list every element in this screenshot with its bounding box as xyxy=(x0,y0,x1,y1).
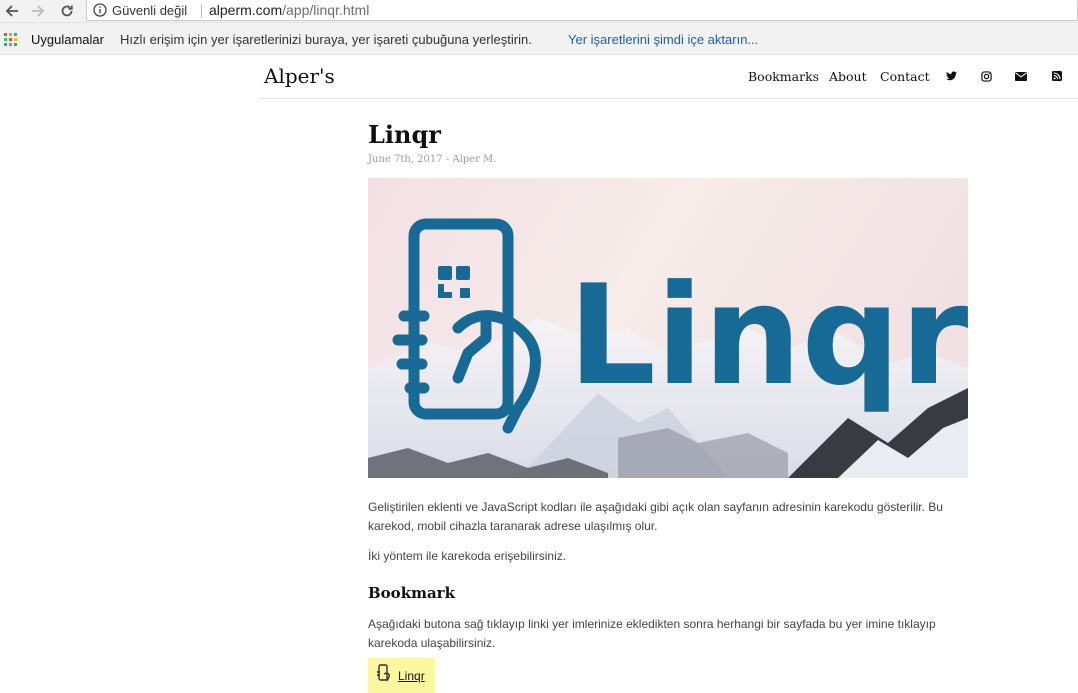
import-bookmarks-link[interactable]: Yer işaretlerini şimdi içe aktarın... xyxy=(568,32,758,47)
phone-hand-icon xyxy=(376,664,392,687)
hero-image: Linqr xyxy=(368,178,968,478)
bookmarks-hint: Hızlı erişim için yer işaretlerinizi bur… xyxy=(120,32,532,47)
nav-contact[interactable]: Contact xyxy=(880,69,930,84)
apps-grid-icon[interactable] xyxy=(4,33,17,46)
email-icon[interactable] xyxy=(1014,69,1028,83)
post-meta: June 7th, 2017 - Alper M. xyxy=(368,154,497,165)
intro-paragraph: Geliştirilen eklenti ve JavaScript kodla… xyxy=(368,500,943,533)
nav-bookmarks[interactable]: Bookmarks xyxy=(748,69,819,84)
address-bar[interactable]: Güvenli değil alperm.com/app/linqr.html xyxy=(86,0,1078,21)
bookmarklet-label[interactable]: Linqr xyxy=(398,669,425,683)
url-path: /app/linqr.html xyxy=(282,2,370,18)
url-domain: alperm.com xyxy=(209,2,283,18)
info-icon[interactable] xyxy=(93,3,107,22)
rss-icon[interactable] xyxy=(1050,69,1064,83)
nav-about[interactable]: About xyxy=(829,69,867,84)
site-brand[interactable]: Alper's xyxy=(264,64,335,88)
instagram-icon[interactable] xyxy=(979,69,993,83)
browser-toolbar: Güvenli değil alperm.com/app/linqr.html xyxy=(0,0,1078,23)
back-arrow-icon[interactable] xyxy=(1,0,23,22)
twitter-icon[interactable] xyxy=(944,69,958,83)
forward-arrow-icon[interactable] xyxy=(27,0,49,22)
apps-label[interactable]: Uygulamalar xyxy=(31,32,104,47)
reload-icon[interactable] xyxy=(56,0,78,22)
methods-paragraph: İki yöntem ile karekoda erişebilirsiniz. xyxy=(368,549,567,563)
divider xyxy=(201,4,202,18)
section-heading-bookmark: Bookmark xyxy=(368,584,455,602)
site-header: Alper's Bookmarks About Contact xyxy=(260,55,1078,99)
bookmark-paragraph: Aşağıdaki butona sağ tıklayıp linki yer … xyxy=(368,617,936,650)
bookmarks-bar: Uygulamalar Hızlı erişim için yer işaret… xyxy=(0,23,1078,55)
url-text[interactable]: alperm.com/app/linqr.html xyxy=(209,2,369,18)
hero-illustration: Linqr xyxy=(368,178,968,478)
linqr-bookmarklet-button[interactable]: Linqr xyxy=(368,658,435,693)
hero-logo-text: Linqr xyxy=(568,255,968,416)
security-label[interactable]: Güvenli değil xyxy=(112,3,187,18)
post-title: Linqr xyxy=(368,120,441,149)
